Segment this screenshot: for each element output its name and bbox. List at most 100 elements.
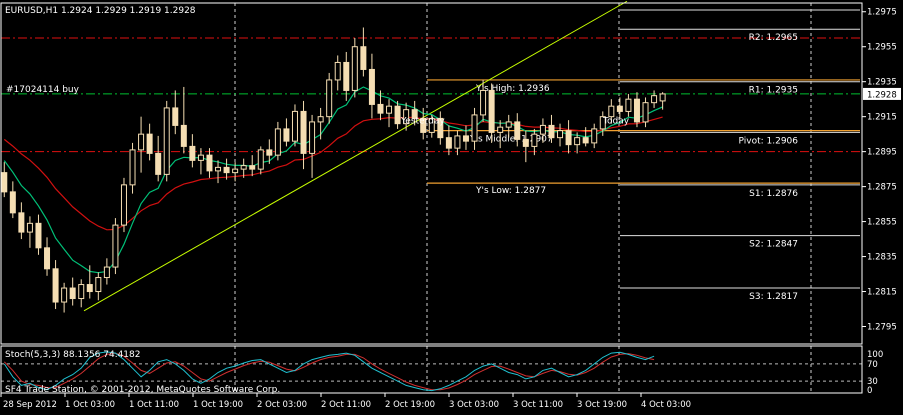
y-tick-label: 1.2915: [867, 113, 897, 123]
candle-body: [608, 105, 615, 118]
candle-body: [18, 212, 25, 233]
candle-body: [309, 121, 316, 154]
candle-body: [557, 130, 564, 139]
annotation-today: Today: [602, 117, 630, 127]
y-tick-label: 1.2935: [867, 78, 897, 88]
candle-body: [180, 124, 187, 147]
candle-body: [146, 133, 153, 154]
stoch-tick-70: 70: [867, 360, 878, 370]
candle-body: [445, 137, 452, 149]
candle-body: [462, 135, 469, 142]
stoch-tick-0: 0: [867, 386, 872, 396]
candle-body: [257, 149, 264, 170]
candle-body: [334, 61, 341, 81]
x-tick-label: 3 Oct 19:00: [577, 400, 627, 410]
candle-body: [539, 124, 546, 135]
candle-body: [291, 110, 298, 142]
candle-body: [651, 95, 658, 104]
candle-body: [155, 152, 162, 175]
candle-body: [129, 149, 136, 186]
candle-body: [394, 105, 401, 125]
candle-body: [138, 133, 145, 151]
candle-body: [505, 121, 512, 128]
candle-body: [565, 130, 572, 146]
order-label: #17024114 buy: [6, 85, 80, 95]
x-tick-label: 28 Sep 2012: [3, 400, 57, 410]
candle-body: [232, 168, 239, 174]
candle-body: [120, 184, 127, 226]
x-tick-label: 3 Oct 11:00: [513, 400, 563, 410]
y-tick-label: 1.2795: [867, 323, 897, 333]
pivot-level-label-1: R1: 1.2935: [749, 86, 798, 96]
candle-body: [659, 93, 666, 102]
y-tick-label: 1.2835: [867, 253, 897, 263]
candle-body: [197, 154, 204, 161]
candle-body: [454, 135, 461, 149]
candle-body: [215, 166, 222, 172]
candle-body: [351, 46, 358, 91]
y-tick-label: 1.2875: [867, 183, 897, 193]
candle-body: [223, 166, 230, 174]
candle-body: [360, 46, 367, 70]
x-tick-label: 3 Oct 03:00: [449, 400, 499, 410]
x-tick-label: 4 Oct 03:00: [641, 400, 691, 410]
candle-body: [112, 224, 119, 268]
candle-body: [574, 137, 581, 146]
chart: Y's High: 1.2936 Y's Middle: 1.2907 Y's Lo…: [0, 0, 901, 410]
candle-body: [206, 154, 213, 172]
candle-body: [488, 89, 495, 133]
pivot-level-label-3: S1: 1.2876: [749, 189, 798, 199]
candle-body: [368, 68, 375, 105]
x-tick-label: 2 Oct 19:00: [385, 400, 435, 410]
y-tick-label: 1.2855: [867, 218, 897, 228]
candle-body: [44, 247, 51, 270]
candle-body: [61, 287, 68, 303]
candle-body: [522, 138, 529, 147]
yesterday-level-label-2: Y's Low: 1.2877: [475, 186, 546, 196]
copyright-text: SF4 Trade Station, © 2001-2012, MetaQuot…: [5, 385, 280, 395]
candle-body: [1, 172, 8, 193]
candle-body: [274, 128, 281, 156]
x-tick-label: 2 Oct 11:00: [321, 400, 371, 410]
candle-body: [582, 137, 589, 144]
candle-body: [471, 114, 478, 142]
pivot-level-label-5: S3: 1.2817: [749, 292, 798, 302]
candle-body: [103, 266, 110, 279]
pivot-level-label-2: Pivot: 1.2906: [739, 136, 799, 146]
candle-body: [283, 128, 290, 142]
candle-body: [249, 165, 256, 170]
candle-body: [616, 105, 623, 112]
x-tick-label: 1 Oct 03:00: [65, 400, 115, 410]
candle-body: [497, 126, 504, 133]
current-price-label: 1.2928: [867, 90, 897, 100]
stoch-label: Stoch(5,3,3) 88.1356 74.4182: [5, 350, 140, 360]
pivot-level-label-4: S2: 1.2847: [749, 240, 798, 250]
y-tick-label: 1.2955: [867, 43, 897, 53]
candle-body: [343, 61, 350, 91]
x-tick-label: 1 Oct 11:00: [129, 400, 179, 410]
candle-body: [189, 145, 196, 161]
candle-body: [548, 124, 555, 139]
candle-body: [633, 98, 640, 123]
y-tick-label: 1.2975: [867, 8, 897, 18]
candle-body: [78, 284, 85, 300]
candle-body: [591, 128, 598, 144]
candle-body: [386, 105, 393, 114]
candle-body: [86, 284, 93, 293]
x-tick-label: 1 Oct 19:00: [193, 400, 243, 410]
candle-body: [52, 268, 59, 303]
stoch-tick-100: 100: [867, 350, 883, 360]
chart-background: [1, 3, 862, 393]
candle-body: [377, 103, 384, 114]
yesterday-level-label-1: Y's Middle: 1.2907: [469, 135, 553, 145]
candle-body: [642, 102, 649, 123]
candle-body: [240, 165, 247, 170]
candle-body: [172, 107, 179, 126]
yesterday-level-label-0: Y's High: 1.2936: [475, 84, 550, 94]
candle-body: [69, 287, 76, 300]
y-tick-label: 1.2895: [867, 148, 897, 158]
candle-body: [531, 133, 538, 147]
pivot-level-label-0: R2: 1.2965: [749, 33, 798, 43]
candle-body: [95, 277, 102, 293]
candle-body: [625, 98, 632, 112]
